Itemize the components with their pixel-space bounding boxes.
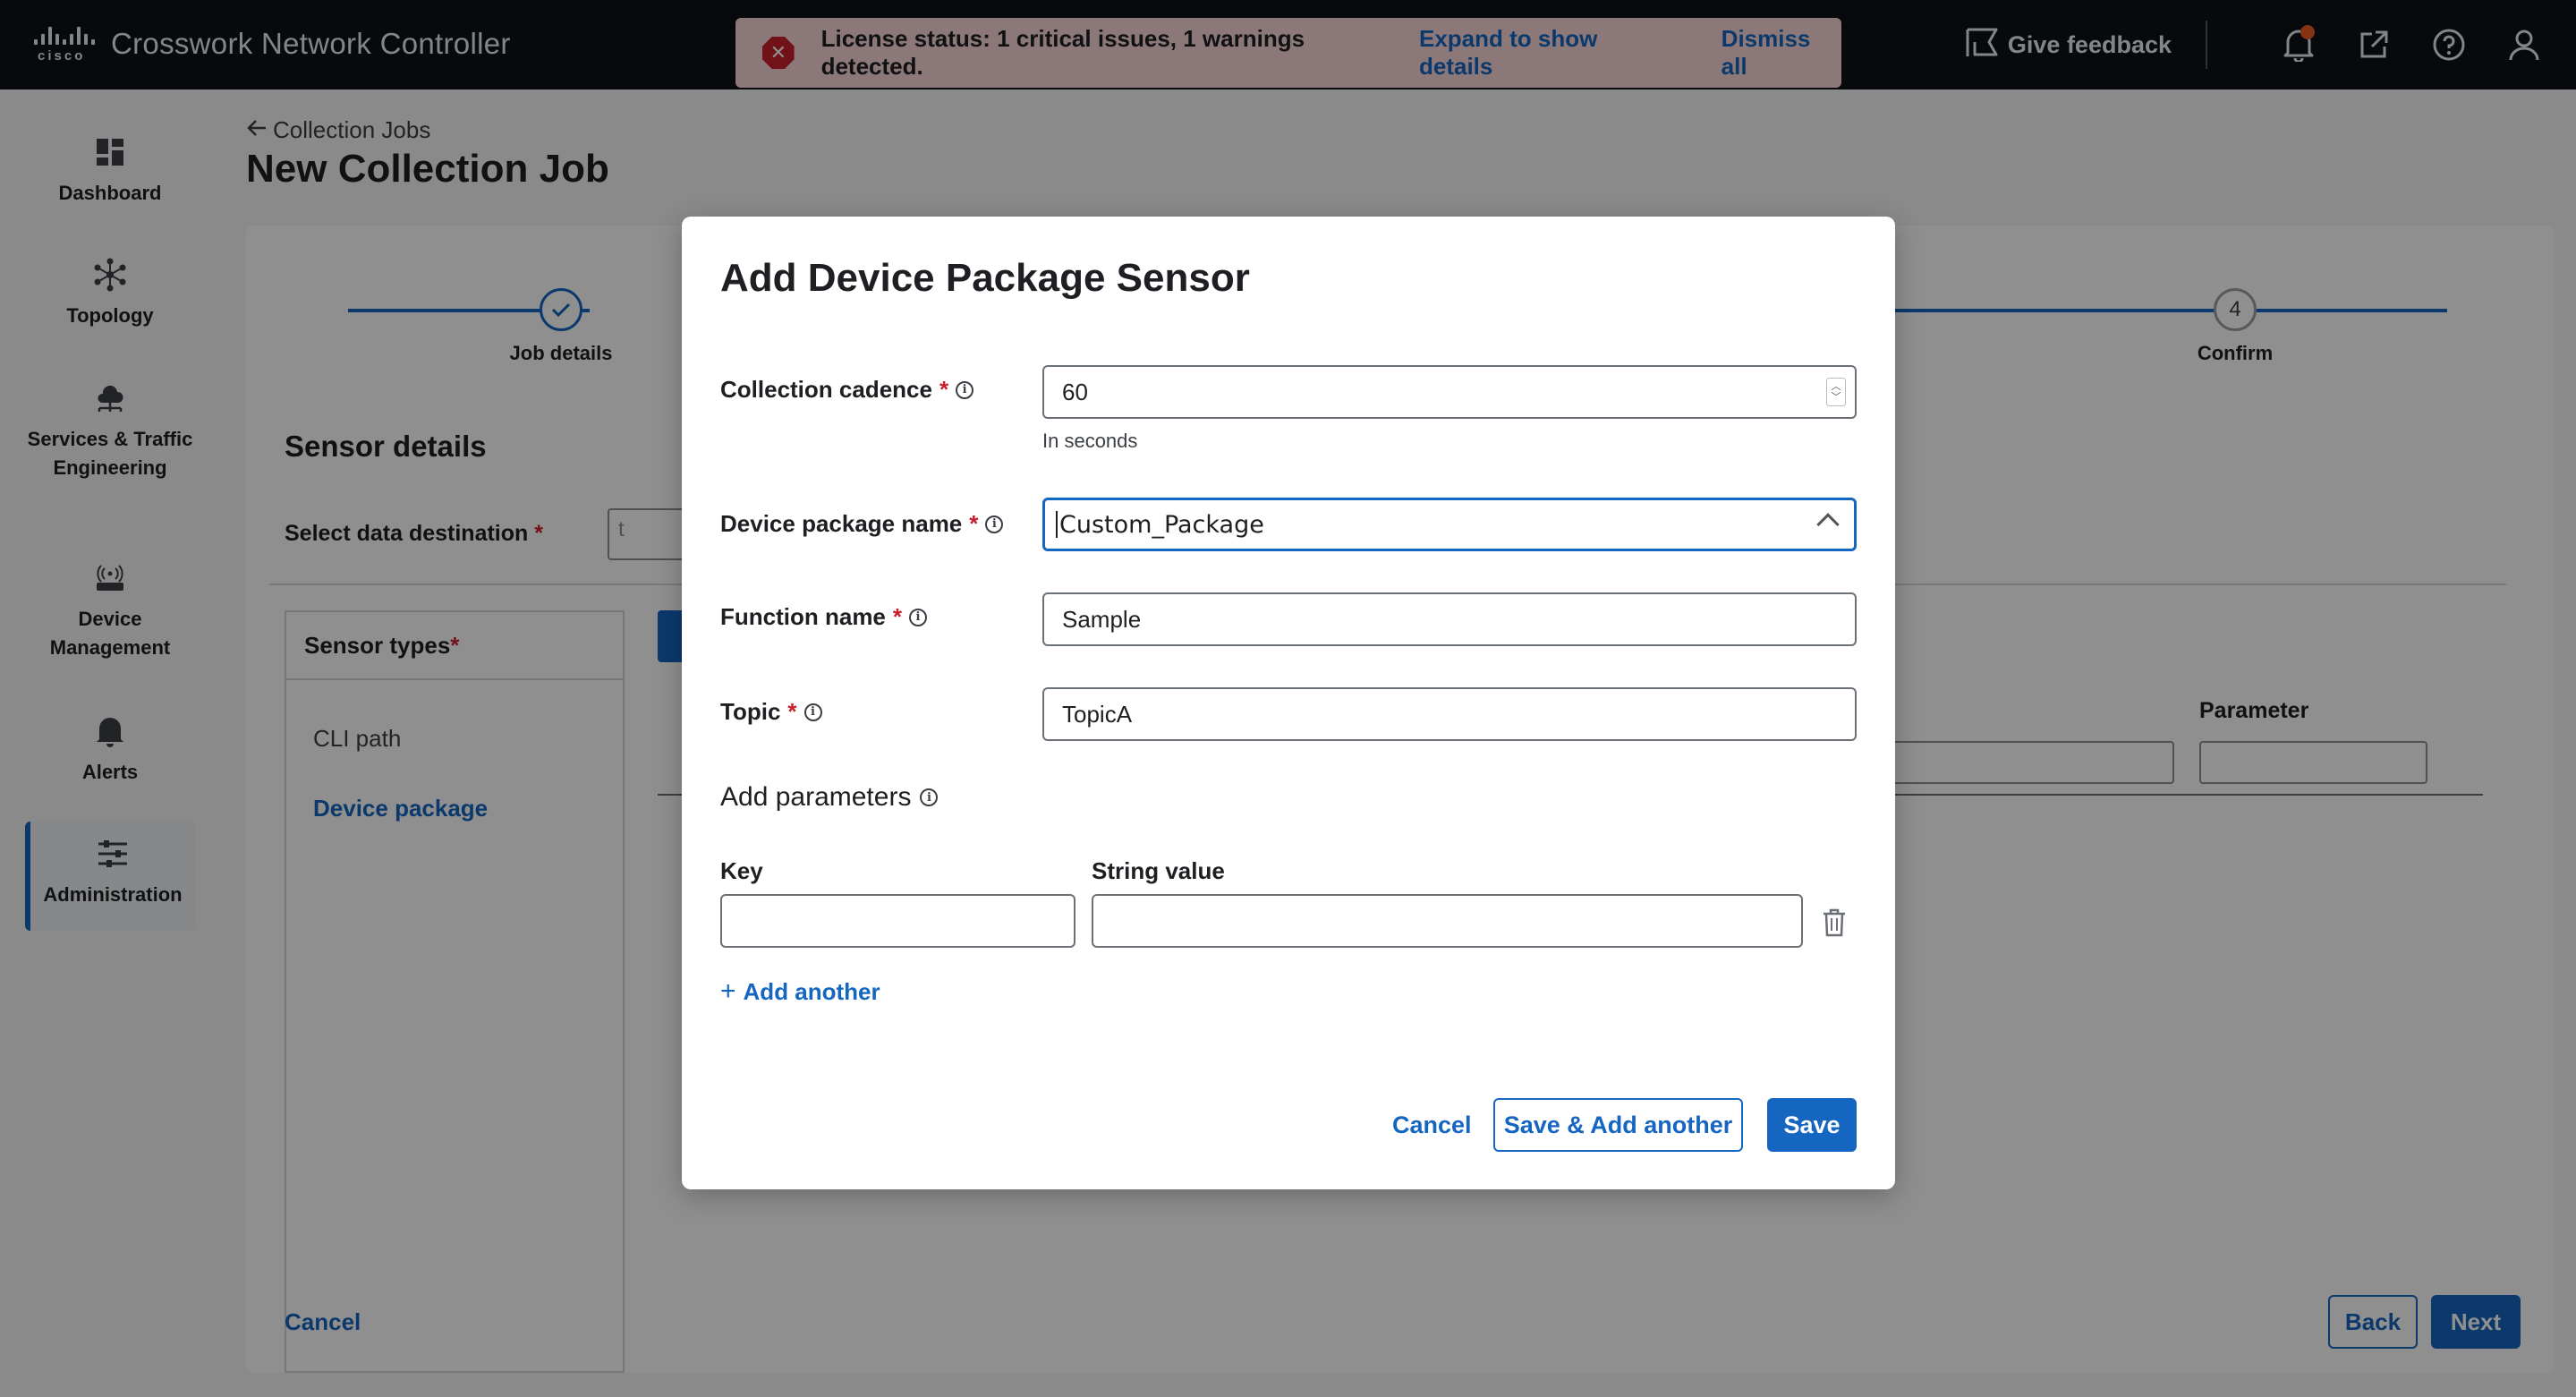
device-package-select[interactable]: Custom_Package [1042,498,1857,551]
number-stepper[interactable]: ︿ ﹀ [1826,378,1846,406]
topic-input[interactable]: TopicA [1042,687,1857,741]
chevron-up-icon[interactable] [1816,513,1840,536]
key-label: Key [720,857,763,884]
device-package-value: Custom_Package [1059,510,1264,539]
add-another-label: Add another [743,977,880,1005]
string-value-label: String value [1092,857,1225,884]
plus-icon: + [720,976,736,1006]
function-name-label: Function name * i [720,603,928,631]
modal-title: Add Device Package Sensor [720,256,1250,300]
function-name-input[interactable]: Sample [1042,592,1857,646]
add-parameters-heading: Add parameters i [720,782,939,813]
info-icon[interactable]: i [985,515,1004,533]
trash-icon[interactable] [1816,905,1852,941]
modal-cancel-button[interactable]: Cancel [1392,1098,1472,1152]
info-icon[interactable]: i [909,608,928,626]
info-icon[interactable]: i [803,703,822,721]
info-icon[interactable]: i [956,380,974,399]
cadence-hint: In seconds [1042,430,1138,452]
string-value-input[interactable] [1092,894,1803,948]
topic-label: Topic * i [720,698,822,726]
key-input[interactable] [720,894,1075,948]
collection-cadence-input[interactable]: 60 ︿ ﹀ [1042,365,1857,419]
cadence-label: Collection cadence * i [720,376,974,404]
add-another-button[interactable]: + Add another [720,976,880,1007]
text-caret [1056,511,1058,538]
save-button[interactable]: Save [1767,1098,1857,1152]
save-and-add-another-button[interactable]: Save & Add another [1493,1098,1743,1152]
package-name-label: Device package name * i [720,510,1004,538]
info-icon[interactable]: i [920,788,939,806]
add-device-package-sensor-dialog: Add Device Package Sensor Collection cad… [682,217,1895,1189]
